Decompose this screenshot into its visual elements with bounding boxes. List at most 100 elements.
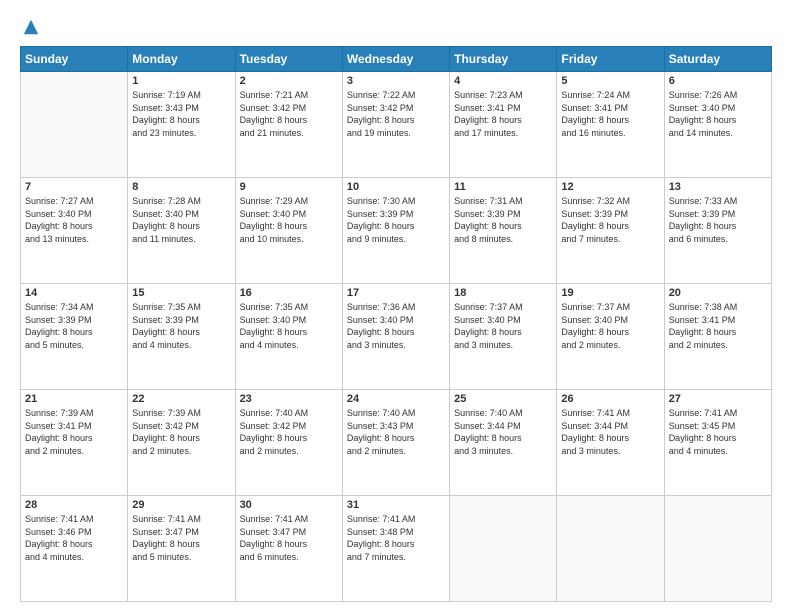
calendar-week-row: 7 Sunrise: 7:27 AM Sunset: 3:40 PM Daylig…	[21, 178, 772, 284]
calendar-day-header: Saturday	[664, 47, 771, 72]
cell-content: Sunrise: 7:37 AM Sunset: 3:40 PM Dayligh…	[454, 301, 552, 351]
calendar-header-row: SundayMondayTuesdayWednesdayThursdayFrid…	[21, 47, 772, 72]
cell-content: Sunrise: 7:22 AM Sunset: 3:42 PM Dayligh…	[347, 89, 445, 139]
day-number: 1	[132, 75, 230, 87]
cell-content: Sunrise: 7:34 AM Sunset: 3:39 PM Dayligh…	[25, 301, 123, 351]
day-number: 13	[669, 181, 767, 193]
day-number: 18	[454, 287, 552, 299]
day-number: 8	[132, 181, 230, 193]
calendar-cell: 10 Sunrise: 7:30 AM Sunset: 3:39 PM Dayli…	[342, 178, 449, 284]
day-number: 6	[669, 75, 767, 87]
day-number: 15	[132, 287, 230, 299]
day-number: 22	[132, 393, 230, 405]
cell-content: Sunrise: 7:40 AM Sunset: 3:43 PM Dayligh…	[347, 407, 445, 457]
calendar-cell: 3 Sunrise: 7:22 AM Sunset: 3:42 PM Daylig…	[342, 72, 449, 178]
calendar-day-header: Wednesday	[342, 47, 449, 72]
day-number: 10	[347, 181, 445, 193]
cell-content: Sunrise: 7:41 AM Sunset: 3:44 PM Dayligh…	[561, 407, 659, 457]
day-number: 14	[25, 287, 123, 299]
calendar-day-header: Tuesday	[235, 47, 342, 72]
cell-content: Sunrise: 7:33 AM Sunset: 3:39 PM Dayligh…	[669, 195, 767, 245]
day-number: 29	[132, 499, 230, 511]
cell-content: Sunrise: 7:38 AM Sunset: 3:41 PM Dayligh…	[669, 301, 767, 351]
cell-content: Sunrise: 7:27 AM Sunset: 3:40 PM Dayligh…	[25, 195, 123, 245]
calendar-cell: 27 Sunrise: 7:41 AM Sunset: 3:45 PM Dayli…	[664, 390, 771, 496]
calendar-week-row: 28 Sunrise: 7:41 AM Sunset: 3:46 PM Dayli…	[21, 496, 772, 602]
calendar-cell: 7 Sunrise: 7:27 AM Sunset: 3:40 PM Daylig…	[21, 178, 128, 284]
cell-content: Sunrise: 7:32 AM Sunset: 3:39 PM Dayligh…	[561, 195, 659, 245]
calendar-cell	[664, 496, 771, 602]
day-number: 5	[561, 75, 659, 87]
calendar-day-header: Monday	[128, 47, 235, 72]
calendar-cell: 21Sunrise: 7:39 AM Sunset: 3:41 PM Dayli…	[21, 390, 128, 496]
day-number: 31	[347, 499, 445, 511]
day-number: 2	[240, 75, 338, 87]
calendar-cell: 14 Sunrise: 7:34 AM Sunset: 3:39 PM Dayli…	[21, 284, 128, 390]
day-number: 25	[454, 393, 552, 405]
logo	[20, 18, 40, 36]
day-number: 11	[454, 181, 552, 193]
cell-content: Sunrise: 7:30 AM Sunset: 3:39 PM Dayligh…	[347, 195, 445, 245]
calendar-cell: 22 Sunrise: 7:39 AM Sunset: 3:42 PM Dayli…	[128, 390, 235, 496]
logo-icon	[22, 18, 40, 36]
calendar-cell: 17Sunrise: 7:36 AM Sunset: 3:40 PM Dayli…	[342, 284, 449, 390]
calendar-cell	[21, 72, 128, 178]
calendar-cell: 16 Sunrise: 7:35 AM Sunset: 3:40 PM Dayli…	[235, 284, 342, 390]
cell-content: Sunrise: 7:35 AM Sunset: 3:39 PM Dayligh…	[132, 301, 230, 351]
cell-content: Sunrise: 7:29 AM Sunset: 3:40 PM Dayligh…	[240, 195, 338, 245]
calendar-week-row: 21Sunrise: 7:39 AM Sunset: 3:41 PM Dayli…	[21, 390, 772, 496]
cell-content: Sunrise: 7:23 AM Sunset: 3:41 PM Dayligh…	[454, 89, 552, 139]
cell-content: Sunrise: 7:41 AM Sunset: 3:48 PM Dayligh…	[347, 513, 445, 563]
calendar-cell: 26 Sunrise: 7:41 AM Sunset: 3:44 PM Dayli…	[557, 390, 664, 496]
header	[20, 18, 772, 36]
cell-content: Sunrise: 7:40 AM Sunset: 3:44 PM Dayligh…	[454, 407, 552, 457]
cell-content: Sunrise: 7:41 AM Sunset: 3:47 PM Dayligh…	[240, 513, 338, 563]
calendar-cell: 6 Sunrise: 7:26 AM Sunset: 3:40 PM Daylig…	[664, 72, 771, 178]
calendar-week-row: 14 Sunrise: 7:34 AM Sunset: 3:39 PM Dayli…	[21, 284, 772, 390]
calendar-cell: 23Sunrise: 7:40 AM Sunset: 3:42 PM Dayli…	[235, 390, 342, 496]
cell-content: Sunrise: 7:41 AM Sunset: 3:45 PM Dayligh…	[669, 407, 767, 457]
day-number: 19	[561, 287, 659, 299]
calendar-day-header: Thursday	[450, 47, 557, 72]
day-number: 24	[347, 393, 445, 405]
day-number: 26	[561, 393, 659, 405]
cell-content: Sunrise: 7:24 AM Sunset: 3:41 PM Dayligh…	[561, 89, 659, 139]
calendar-cell: 30 Sunrise: 7:41 AM Sunset: 3:47 PM Dayli…	[235, 496, 342, 602]
day-number: 28	[25, 499, 123, 511]
day-number: 20	[669, 287, 767, 299]
day-number: 16	[240, 287, 338, 299]
cell-content: Sunrise: 7:37 AM Sunset: 3:40 PM Dayligh…	[561, 301, 659, 351]
calendar-week-row: 1 Sunrise: 7:19 AM Sunset: 3:43 PM Daylig…	[21, 72, 772, 178]
calendar-cell: 18 Sunrise: 7:37 AM Sunset: 3:40 PM Dayli…	[450, 284, 557, 390]
day-number: 30	[240, 499, 338, 511]
cell-content: Sunrise: 7:41 AM Sunset: 3:46 PM Dayligh…	[25, 513, 123, 563]
calendar-table: SundayMondayTuesdayWednesdayThursdayFrid…	[20, 46, 772, 602]
calendar-cell: 13 Sunrise: 7:33 AM Sunset: 3:39 PM Dayli…	[664, 178, 771, 284]
calendar-cell: 15 Sunrise: 7:35 AM Sunset: 3:39 PM Dayli…	[128, 284, 235, 390]
day-number: 23	[240, 393, 338, 405]
calendar-cell: 25 Sunrise: 7:40 AM Sunset: 3:44 PM Dayli…	[450, 390, 557, 496]
cell-content: Sunrise: 7:21 AM Sunset: 3:42 PM Dayligh…	[240, 89, 338, 139]
day-number: 12	[561, 181, 659, 193]
page: SundayMondayTuesdayWednesdayThursdayFrid…	[0, 0, 792, 612]
day-number: 27	[669, 393, 767, 405]
calendar-cell: 31 Sunrise: 7:41 AM Sunset: 3:48 PM Dayli…	[342, 496, 449, 602]
calendar-cell: 19 Sunrise: 7:37 AM Sunset: 3:40 PM Dayli…	[557, 284, 664, 390]
calendar-cell	[557, 496, 664, 602]
cell-content: Sunrise: 7:39 AM Sunset: 3:42 PM Dayligh…	[132, 407, 230, 457]
cell-content: Sunrise: 7:19 AM Sunset: 3:43 PM Dayligh…	[132, 89, 230, 139]
day-number: 3	[347, 75, 445, 87]
calendar-day-header: Sunday	[21, 47, 128, 72]
calendar-cell: 1 Sunrise: 7:19 AM Sunset: 3:43 PM Daylig…	[128, 72, 235, 178]
calendar-cell	[450, 496, 557, 602]
cell-content: Sunrise: 7:28 AM Sunset: 3:40 PM Dayligh…	[132, 195, 230, 245]
cell-content: Sunrise: 7:35 AM Sunset: 3:40 PM Dayligh…	[240, 301, 338, 351]
day-number: 7	[25, 181, 123, 193]
day-number: 21	[25, 393, 123, 405]
calendar-cell: 11Sunrise: 7:31 AM Sunset: 3:39 PM Dayli…	[450, 178, 557, 284]
cell-content: Sunrise: 7:26 AM Sunset: 3:40 PM Dayligh…	[669, 89, 767, 139]
calendar-cell: 24 Sunrise: 7:40 AM Sunset: 3:43 PM Dayli…	[342, 390, 449, 496]
calendar-cell: 8 Sunrise: 7:28 AM Sunset: 3:40 PM Daylig…	[128, 178, 235, 284]
cell-content: Sunrise: 7:41 AM Sunset: 3:47 PM Dayligh…	[132, 513, 230, 563]
calendar-cell: 29 Sunrise: 7:41 AM Sunset: 3:47 PM Dayli…	[128, 496, 235, 602]
